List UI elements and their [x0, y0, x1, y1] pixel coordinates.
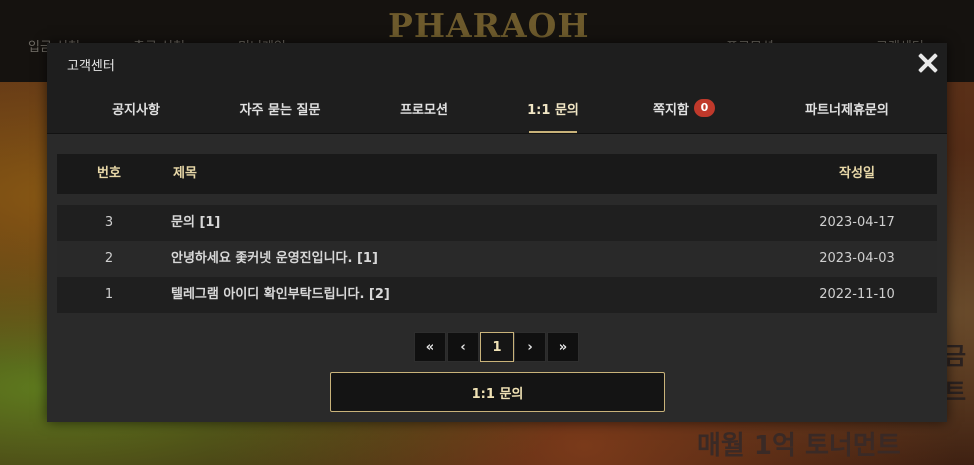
- new-inquiry-button[interactable]: 1:1 문의: [330, 372, 665, 412]
- column-header-date: 작성일: [839, 166, 875, 181]
- column-header-number: 번호: [97, 166, 121, 181]
- row-number: 1: [104, 287, 114, 302]
- pagination-last-button[interactable]: »: [547, 332, 579, 362]
- tab-messages[interactable]: 쪽지함 0: [629, 82, 739, 134]
- row-date: 2023-04-03: [819, 251, 895, 266]
- row-subject[interactable]: 문의 [1]: [171, 205, 220, 241]
- site-logo: PHARAOH: [388, 6, 590, 45]
- tab-label: 파트너제휴문의: [805, 102, 889, 118]
- unread-count-badge: 0: [693, 99, 715, 117]
- tab-promotion[interactable]: 프로모션: [377, 82, 471, 134]
- tab-label: 공지사항: [112, 102, 160, 118]
- row-date: 2023-04-17: [819, 215, 895, 230]
- promo-side-char: 트: [944, 378, 967, 406]
- table-row[interactable]: 1 텔레그램 아이디 확인부탁드립니다. [2] 2022-11-10: [57, 277, 937, 313]
- pagination-first-button[interactable]: «: [414, 332, 446, 362]
- promo-side-text: 금 트: [944, 338, 966, 410]
- row-date: 2022-11-10: [819, 287, 895, 302]
- tab-inquiry[interactable]: 1:1 문의: [527, 82, 579, 134]
- row-subject[interactable]: 안녕하세요 좇커넷 운영진입니다. [1]: [171, 241, 378, 277]
- promo-text: 매월 1억 토너먼트: [697, 431, 901, 461]
- tab-faq[interactable]: 자주 묻는 질문: [225, 82, 335, 134]
- promo-side-char: 금: [944, 342, 967, 370]
- tab-label: 1:1 문의: [527, 102, 579, 118]
- tab-bar: 공지사항 자주 묻는 질문 프로모션 1:1 문의 쪽지함 0 파트너제휴문의: [47, 82, 947, 134]
- customer-center-modal: 고객센터 공지사항 자주 묻는 질문 프로모션 1:1 문의 쪽지함 0 파트너…: [47, 43, 947, 422]
- tab-label: 쪽지함: [653, 102, 689, 118]
- close-icon[interactable]: [917, 52, 939, 74]
- table-row[interactable]: 2 안녕하세요 좇커넷 운영진입니다. [1] 2023-04-03: [57, 241, 937, 277]
- pagination-page-current[interactable]: 1: [480, 332, 514, 362]
- row-subject[interactable]: 텔레그램 아이디 확인부탁드립니다. [2]: [171, 277, 390, 313]
- pagination-next-button[interactable]: ›: [514, 332, 546, 362]
- tab-partnership[interactable]: 파트너제휴문의: [787, 82, 907, 134]
- column-header-subject: 제목: [173, 166, 197, 181]
- row-number: 3: [104, 215, 114, 230]
- tab-label: 자주 묻는 질문: [239, 102, 321, 118]
- row-number: 2: [104, 251, 114, 266]
- modal-header: 고객센터: [47, 43, 947, 82]
- modal-title: 고객센터: [67, 59, 115, 74]
- tab-notice[interactable]: 공지사항: [91, 82, 181, 134]
- table-row[interactable]: 3 문의 [1] 2023-04-17: [57, 205, 937, 241]
- pagination-prev-button[interactable]: ‹: [447, 332, 479, 362]
- tab-label: 프로모션: [400, 102, 448, 118]
- table-header: 번호 제목 작성일: [57, 154, 937, 194]
